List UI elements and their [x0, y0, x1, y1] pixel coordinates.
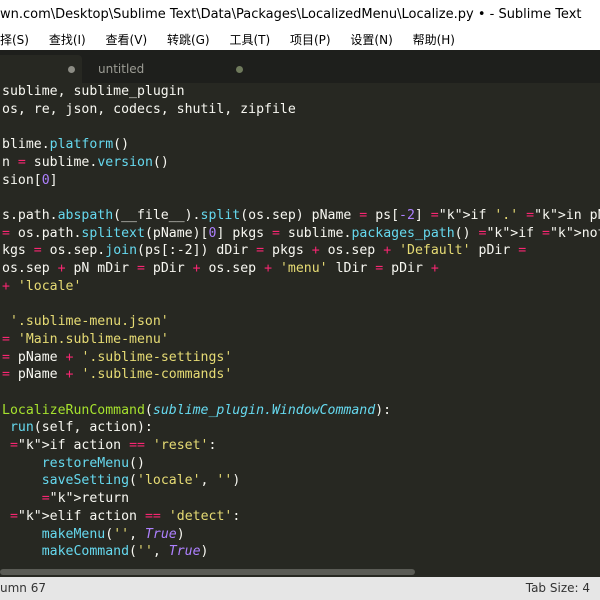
- menu-item-find[interactable]: 查找(I): [43, 30, 92, 50]
- window-title-bar: wn.com\Desktop\Sublime Text\Data\Package…: [0, 0, 600, 30]
- line-14: '.sublime-menu.json': [9, 314, 169, 330]
- line-5: n = sublime.version(): [2, 154, 169, 170]
- code-text[interactable]: sublime, sublime_plugin os, re, json, co…: [2, 83, 600, 561]
- menu-item-project[interactable]: 项目(P): [284, 30, 337, 50]
- line-6: sion[0]: [2, 172, 58, 188]
- menu-item-preferences[interactable]: 设置(N): [344, 30, 398, 50]
- line-24: ="k">return: [41, 491, 130, 507]
- line-21: ="k">if action == 'reset':: [9, 438, 217, 454]
- line-4: blime.platform(): [2, 137, 130, 153]
- menu-bar: 择(S) 查找(I) 查看(V) 转跳(G) 工具(T) 项目(P) 设置(N)…: [0, 30, 600, 50]
- line-16: = pName + '.sublime-settings': [2, 349, 233, 365]
- line-12: + 'locale': [2, 278, 82, 294]
- line-25: ="k">elif action == 'detect':: [9, 508, 241, 524]
- tab-untitled-label: untitled: [98, 62, 145, 76]
- scrollbar-thumb[interactable]: [0, 569, 415, 575]
- code-editor[interactable]: sublime, sublime_plugin os, re, json, co…: [0, 83, 600, 567]
- line-10: kgs = os.sep.join(ps[:-2]) dDir = pkgs +…: [2, 243, 527, 259]
- line-8: s.path.abspath(__file__).split(os.sep) p…: [2, 207, 600, 223]
- window-title: wn.com\Desktop\Sublime Text\Data\Package…: [0, 7, 582, 22]
- menu-item-select[interactable]: 择(S): [0, 30, 35, 50]
- menu-item-goto[interactable]: 转跳(G): [161, 30, 216, 50]
- line-11: os.sep + pN mDir = pDir + os.sep + 'menu…: [2, 261, 439, 277]
- line-26: makeMenu('', True): [41, 526, 185, 542]
- unsaved-dot-icon[interactable]: [68, 66, 75, 73]
- tab-localize[interactable]: [0, 55, 82, 83]
- line-15: = 'Main.sublime-menu': [2, 331, 169, 347]
- tab-close-dot-icon[interactable]: [236, 66, 243, 73]
- tab-bar: untitled: [0, 50, 600, 83]
- line-20: run(self, action):: [9, 420, 153, 436]
- status-cursor-position: umn 67: [0, 581, 46, 595]
- line-9: = os.path.splitext(pName)[0] pkgs = subl…: [2, 225, 600, 241]
- code-line: sublime, sublime_plugin: [2, 84, 185, 99]
- menu-item-tools[interactable]: 工具(T): [223, 30, 276, 50]
- tab-untitled[interactable]: untitled: [88, 55, 252, 83]
- status-bar: umn 67 Tab Size: 4: [0, 577, 600, 600]
- menu-item-help[interactable]: 帮助(H): [407, 30, 461, 50]
- line-19: LocalizeRunCommand(sublime_plugin.Window…: [2, 402, 392, 418]
- menu-item-view[interactable]: 查看(V): [100, 30, 154, 50]
- line-22: restoreMenu(): [41, 455, 145, 471]
- line-2: os, re, json, codecs, shutil, zipfile: [2, 101, 296, 117]
- line-17: = pName + '.sublime-commands': [2, 367, 233, 383]
- line-27: makeCommand('', True): [41, 544, 209, 560]
- line-1: sublime, sublime_plugin: [2, 84, 185, 99]
- line-23: saveSetting('locale', ''): [41, 473, 241, 489]
- status-tab-size[interactable]: Tab Size: 4: [526, 577, 590, 600]
- horizontal-scrollbar[interactable]: [0, 567, 600, 577]
